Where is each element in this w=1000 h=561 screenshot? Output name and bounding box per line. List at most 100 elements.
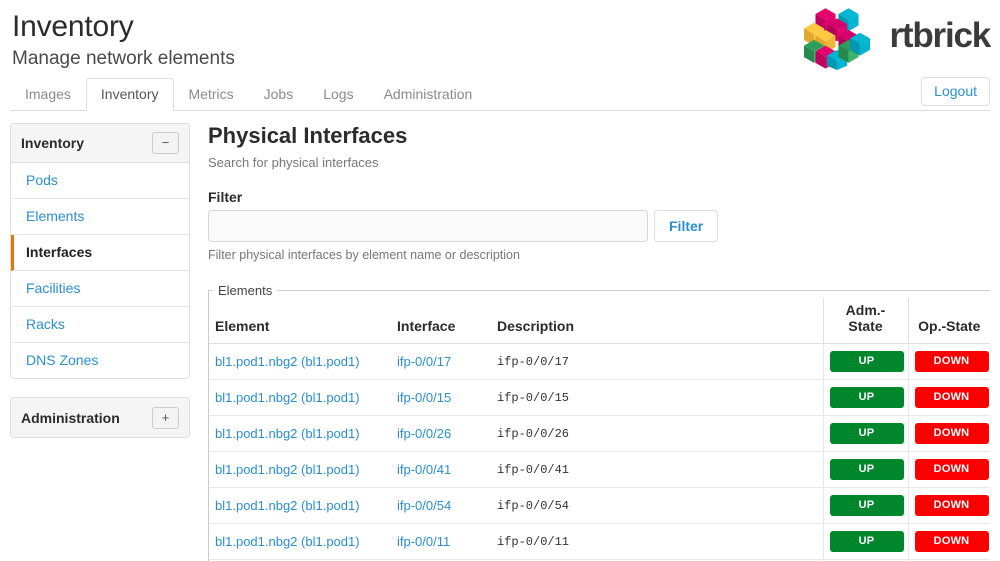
main-content: Physical Interfaces Search for physical … — [200, 123, 990, 561]
status-badge-adm: UP — [829, 531, 904, 552]
tab-logs[interactable]: Logs — [308, 78, 368, 111]
cell-description: ifp-0/0/41 — [491, 451, 823, 488]
cell-interface: ifp-0/0/17 — [391, 343, 491, 380]
tab-inventory[interactable]: Inventory — [85, 78, 174, 111]
elements-fieldset: Elements Element Interface Description A… — [208, 283, 990, 561]
cell-element: bl1.pod1.nbg2 (bl1.pod1) — [209, 451, 391, 488]
cell-description: ifp-0/0/54 — [491, 487, 823, 524]
sidebar-item-dns-zones[interactable]: DNS Zones — [11, 343, 189, 378]
sidebar-item-pods[interactable]: Pods — [11, 163, 189, 199]
filter-input[interactable] — [208, 210, 648, 242]
table-row[interactable]: bl1.pod1.nbg2 (bl1.pod1) ifp-0/0/54 ifp-… — [209, 487, 990, 524]
cell-interface: ifp-0/0/26 — [391, 415, 491, 452]
column-header-adm-state[interactable]: Adm.-State — [822, 298, 908, 344]
sidebar-item-racks[interactable]: Racks — [11, 307, 189, 343]
cell-interface: ifp-0/0/54 — [391, 487, 491, 524]
cell-description: ifp-0/0/15 — [491, 379, 823, 416]
cell-adm-state: UP — [822, 415, 908, 452]
element-link[interactable]: bl1.pod1.nbg2 (bl1.pod1) — [215, 498, 360, 513]
status-badge-op: DOWN — [914, 387, 989, 408]
column-header-element[interactable]: Element — [209, 298, 391, 344]
cell-description: ifp-0/0/26 — [491, 415, 823, 452]
table-body: bl1.pod1.nbg2 (bl1.pod1) ifp-0/0/17 ifp-… — [209, 343, 990, 561]
element-link[interactable]: bl1.pod1.nbg2 (bl1.pod1) — [215, 462, 360, 477]
sidebar-item-facilities[interactable]: Facilities — [11, 271, 189, 307]
cell-interface: ifp-0/0/41 — [391, 451, 491, 488]
sidebar-panel-inventory: Inventory − Pods Elements Interfaces Fac… — [10, 123, 190, 379]
rtbrick-cube-logo-icon — [804, 8, 871, 70]
cell-interface: ifp-0/0/11 — [391, 523, 491, 560]
cell-adm-state: UP — [822, 451, 908, 488]
cell-element: bl1.pod1.nbg2 (bl1.pod1) — [209, 523, 391, 560]
tab-metrics[interactable]: Metrics — [174, 78, 249, 111]
tab-images[interactable]: Images — [10, 78, 86, 111]
cell-element: bl1.pod1.nbg2 (bl1.pod1) — [209, 379, 391, 416]
cell-op-state: DOWN — [907, 451, 990, 488]
filter-help-text: Filter physical interfaces by element na… — [208, 248, 520, 262]
logout-button[interactable]: Logout — [921, 77, 990, 106]
status-badge-op: DOWN — [914, 459, 989, 480]
cell-op-state: DOWN — [907, 523, 990, 560]
element-link[interactable]: bl1.pod1.nbg2 (bl1.pod1) — [215, 534, 360, 549]
cell-description: ifp-0/0/11 — [491, 523, 823, 560]
column-header-description[interactable]: Description — [491, 298, 823, 344]
table-header-row: Element Interface Description Adm.-State… — [209, 298, 990, 344]
table-row[interactable]: bl1.pod1.nbg2 (bl1.pod1) ifp-0/0/11 ifp-… — [209, 523, 990, 560]
cell-adm-state: UP — [822, 487, 908, 524]
sidebar-item-elements[interactable]: Elements — [11, 199, 189, 235]
status-badge-op: DOWN — [914, 351, 989, 372]
element-link[interactable]: bl1.pod1.nbg2 (bl1.pod1) — [215, 354, 360, 369]
cell-element: bl1.pod1.nbg2 (bl1.pod1) — [209, 343, 391, 380]
sidebar-panel-administration-header[interactable]: Administration + — [11, 398, 189, 437]
cell-description: ifp-0/0/17 — [491, 343, 823, 380]
cell-adm-state: UP — [822, 379, 908, 416]
status-badge-adm: UP — [829, 459, 904, 480]
table-row[interactable]: bl1.pod1.nbg2 (bl1.pod1) ifp-0/0/41 ifp-… — [209, 451, 990, 488]
interface-link[interactable]: ifp-0/0/15 — [397, 390, 451, 405]
table-row[interactable]: bl1.pod1.nbg2 (bl1.pod1) ifp-0/0/26 ifp-… — [209, 415, 990, 452]
interface-link[interactable]: ifp-0/0/54 — [397, 498, 451, 513]
status-badge-op: DOWN — [914, 531, 989, 552]
status-badge-adm: UP — [829, 423, 904, 444]
interface-link[interactable]: ifp-0/0/26 — [397, 426, 451, 441]
column-header-interface[interactable]: Interface — [391, 298, 491, 344]
cell-op-state: DOWN — [907, 379, 990, 416]
brand-wordmark: rtbrick — [889, 16, 991, 55]
cell-interface: ifp-0/0/15 — [391, 379, 491, 416]
content-title: Physical Interfaces — [208, 123, 408, 148]
elements-legend: Elements — [218, 283, 273, 298]
brand-logo-area: rtbrick — [793, 4, 991, 70]
sidebar-item-interfaces[interactable]: Interfaces — [11, 235, 189, 271]
status-badge-adm: UP — [829, 351, 904, 372]
cell-op-state: DOWN — [907, 487, 990, 524]
interface-link[interactable]: ifp-0/0/41 — [397, 462, 451, 477]
cell-adm-state: UP — [822, 523, 908, 560]
column-header-op-state[interactable]: Op.-State — [907, 298, 990, 344]
element-link[interactable]: bl1.pod1.nbg2 (bl1.pod1) — [215, 390, 360, 405]
page-body: Inventory − Pods Elements Interfaces Fac… — [0, 111, 1000, 561]
sidebar-panel-administration: Administration + — [10, 397, 190, 438]
filter-row: Filter — [208, 210, 990, 242]
table-row[interactable]: bl1.pod1.nbg2 (bl1.pod1) ifp-0/0/17 ifp-… — [209, 343, 990, 380]
tab-administration[interactable]: Administration — [369, 78, 488, 111]
cell-op-state: DOWN — [907, 415, 990, 452]
cell-element: bl1.pod1.nbg2 (bl1.pod1) — [209, 415, 391, 452]
interface-link[interactable]: ifp-0/0/11 — [397, 534, 450, 549]
cell-adm-state: UP — [822, 343, 908, 380]
cell-op-state: DOWN — [907, 343, 990, 380]
physical-interfaces-table: Element Interface Description Adm.-State… — [209, 298, 990, 561]
status-badge-adm: UP — [829, 495, 904, 516]
filter-button[interactable]: Filter — [654, 210, 719, 242]
table-row[interactable]: bl1.pod1.nbg2 (bl1.pod1) ifp-0/0/15 ifp-… — [209, 379, 990, 416]
sidebar-panel-administration-title: Administration — [21, 409, 120, 426]
tab-jobs[interactable]: Jobs — [249, 78, 309, 111]
element-link[interactable]: bl1.pod1.nbg2 (bl1.pod1) — [215, 426, 360, 441]
sidebar-panel-inventory-header[interactable]: Inventory − — [11, 124, 189, 163]
minus-icon[interactable]: − — [152, 132, 179, 154]
sidebar: Inventory − Pods Elements Interfaces Fac… — [10, 123, 190, 561]
cell-element: bl1.pod1.nbg2 (bl1.pod1) — [209, 487, 391, 524]
interface-link[interactable]: ifp-0/0/17 — [397, 354, 451, 369]
sidebar-panel-inventory-title: Inventory — [21, 135, 85, 151]
filter-label: Filter — [208, 189, 243, 205]
plus-icon[interactable]: + — [152, 406, 179, 429]
